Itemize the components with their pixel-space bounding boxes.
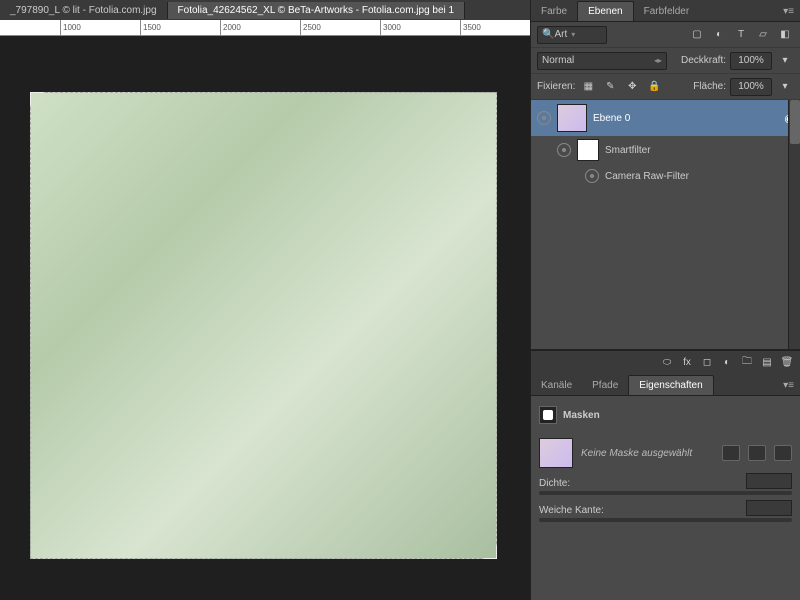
vector-mask-icon[interactable] xyxy=(748,445,766,461)
filter-label: Art xyxy=(554,29,567,40)
tab-pfade[interactable]: Pfade xyxy=(582,376,628,395)
new-layer-icon[interactable]: ▤ xyxy=(758,354,776,372)
fill-value[interactable]: 100% xyxy=(730,78,772,96)
fill-label: Fläche: xyxy=(693,81,726,92)
layer-smartfilter[interactable]: Smartfilter xyxy=(531,136,800,164)
lock-label: Fixieren: xyxy=(537,81,575,92)
tab-farbe[interactable]: Farbe xyxy=(531,2,577,21)
density-label: Dichte: xyxy=(539,478,570,489)
canvas-image[interactable] xyxy=(30,92,497,559)
layer-name[interactable]: Ebene 0 xyxy=(593,113,630,124)
chevron-down-icon: ◂▸ xyxy=(654,56,662,65)
filter-text-icon[interactable]: T xyxy=(732,26,750,44)
add-mask-icon[interactable] xyxy=(774,445,792,461)
visibility-toggle-icon[interactable] xyxy=(585,169,599,183)
blend-mode-row: Normal ◂▸ Deckkraft: 100% ▾ xyxy=(531,48,800,74)
ruler-tick: 3000 xyxy=(380,20,401,35)
layer-filter-row: 🔍 Art ▾ ▢ ◐ T ▱ ◧ xyxy=(531,22,800,48)
layer-fx-icon[interactable]: fx xyxy=(678,354,696,372)
properties-panel-tabs: Kanäle Pfade Eigenschaften ▾≡ xyxy=(531,374,800,396)
lock-move-icon[interactable]: ✥ xyxy=(623,78,641,96)
layer-camera-raw-filter[interactable]: Camera Raw-Filter ≡ xyxy=(531,164,800,188)
delete-layer-icon[interactable]: 🗑 xyxy=(778,354,796,372)
panel-menu-icon[interactable]: ▾≡ xyxy=(777,2,800,21)
properties-panel-body: Masken Keine Maske ausgewählt Dichte: We… xyxy=(531,396,800,600)
layers-list: Ebene 0 ◉ Smartfilter Camera Raw-Filter … xyxy=(531,100,800,350)
tab-ebenen[interactable]: Ebenen xyxy=(577,1,633,21)
add-mask-icon[interactable]: ◻ xyxy=(698,354,716,372)
new-group-icon[interactable]: 🗀 xyxy=(738,354,756,372)
filter-name: Camera Raw-Filter xyxy=(605,171,689,182)
fill-chevron-icon[interactable]: ▾ xyxy=(776,78,794,96)
lock-all-icon[interactable]: 🔒 xyxy=(645,78,663,96)
document-tab-inactive[interactable]: _797890_L © lit - Fotolia.com.jpg xyxy=(0,2,168,19)
filter-mask-thumbnail[interactable] xyxy=(577,139,599,161)
density-slider-row: Dichte: xyxy=(539,478,792,495)
mask-type-icons xyxy=(722,445,792,461)
ruler-tick: 2500 xyxy=(300,20,321,35)
no-mask-label: Keine Maske ausgewählt xyxy=(581,448,692,459)
pixel-mask-icon[interactable] xyxy=(722,445,740,461)
density-slider[interactable] xyxy=(539,491,792,495)
search-icon: 🔍 xyxy=(542,29,554,40)
feather-slider-row: Weiche Kante: xyxy=(539,505,792,522)
mask-thumbnail[interactable] xyxy=(539,438,573,468)
ruler-tick: 1500 xyxy=(140,20,161,35)
feather-label: Weiche Kante: xyxy=(539,505,604,516)
blend-mode-value: Normal xyxy=(542,55,574,66)
smartfilter-label: Smartfilter xyxy=(605,145,651,156)
density-value[interactable] xyxy=(746,473,792,489)
filter-smart-icon[interactable]: ◧ xyxy=(776,26,794,44)
mask-thumbnail-row: Keine Maske ausgewählt xyxy=(539,438,792,468)
feather-slider[interactable] xyxy=(539,518,792,522)
adjustment-layer-icon[interactable]: ◐ xyxy=(718,354,736,372)
ruler-tick: 3500 xyxy=(460,20,481,35)
blend-mode-dropdown[interactable]: Normal ◂▸ xyxy=(537,52,667,70)
opacity-label: Deckkraft: xyxy=(681,55,726,66)
layers-scrollbar[interactable] xyxy=(788,100,800,349)
feather-value[interactable] xyxy=(746,500,792,516)
lock-pixels-icon[interactable]: ▦ xyxy=(579,78,597,96)
filter-image-icon[interactable]: ▢ xyxy=(688,26,706,44)
layers-panel-tabs: Farbe Ebenen Farbfelder ▾≡ xyxy=(531,0,800,22)
ruler-tick: 2000 xyxy=(220,20,241,35)
opacity-value[interactable]: 100% xyxy=(730,52,772,70)
tab-kanale[interactable]: Kanäle xyxy=(531,376,582,395)
layer-filter-dropdown[interactable]: 🔍 Art ▾ xyxy=(537,26,607,44)
tab-eigenschaften[interactable]: Eigenschaften xyxy=(628,375,713,395)
right-panels: Farbe Ebenen Farbfelder ▾≡ 🔍 Art ▾ ▢ ◐ T… xyxy=(530,0,800,600)
layer-thumbnail[interactable] xyxy=(557,104,587,132)
filter-adjust-icon[interactable]: ◐ xyxy=(710,26,728,44)
chevron-down-icon: ▾ xyxy=(571,30,575,39)
lock-brush-icon[interactable]: ✎ xyxy=(601,78,619,96)
document-tab-active[interactable]: Fotolia_42624562_XL © BeTa-Artworks - Fo… xyxy=(168,2,466,19)
layers-panel-footer: ⬭ fx ◻ ◐ 🗀 ▤ 🗑 xyxy=(531,350,800,374)
opacity-chevron-icon[interactable]: ▾ xyxy=(776,52,794,70)
tab-farbfelder[interactable]: Farbfelder xyxy=(634,2,700,21)
ruler-tick: 1000 xyxy=(60,20,81,35)
properties-title: Masken xyxy=(563,410,600,421)
link-layers-icon[interactable]: ⬭ xyxy=(658,354,676,372)
visibility-toggle-icon[interactable] xyxy=(557,143,571,157)
panel-menu-icon[interactable]: ▾≡ xyxy=(777,376,800,395)
filter-shape-icon[interactable]: ▱ xyxy=(754,26,772,44)
scrollbar-thumb[interactable] xyxy=(790,100,800,144)
visibility-toggle-icon[interactable] xyxy=(537,111,551,125)
properties-header: Masken xyxy=(539,402,792,428)
lock-row: Fixieren: ▦ ✎ ✥ 🔒 Fläche: 100% ▾ xyxy=(531,74,800,100)
mask-mode-icon[interactable] xyxy=(539,406,557,424)
layer-ebene0[interactable]: Ebene 0 ◉ xyxy=(531,100,800,136)
